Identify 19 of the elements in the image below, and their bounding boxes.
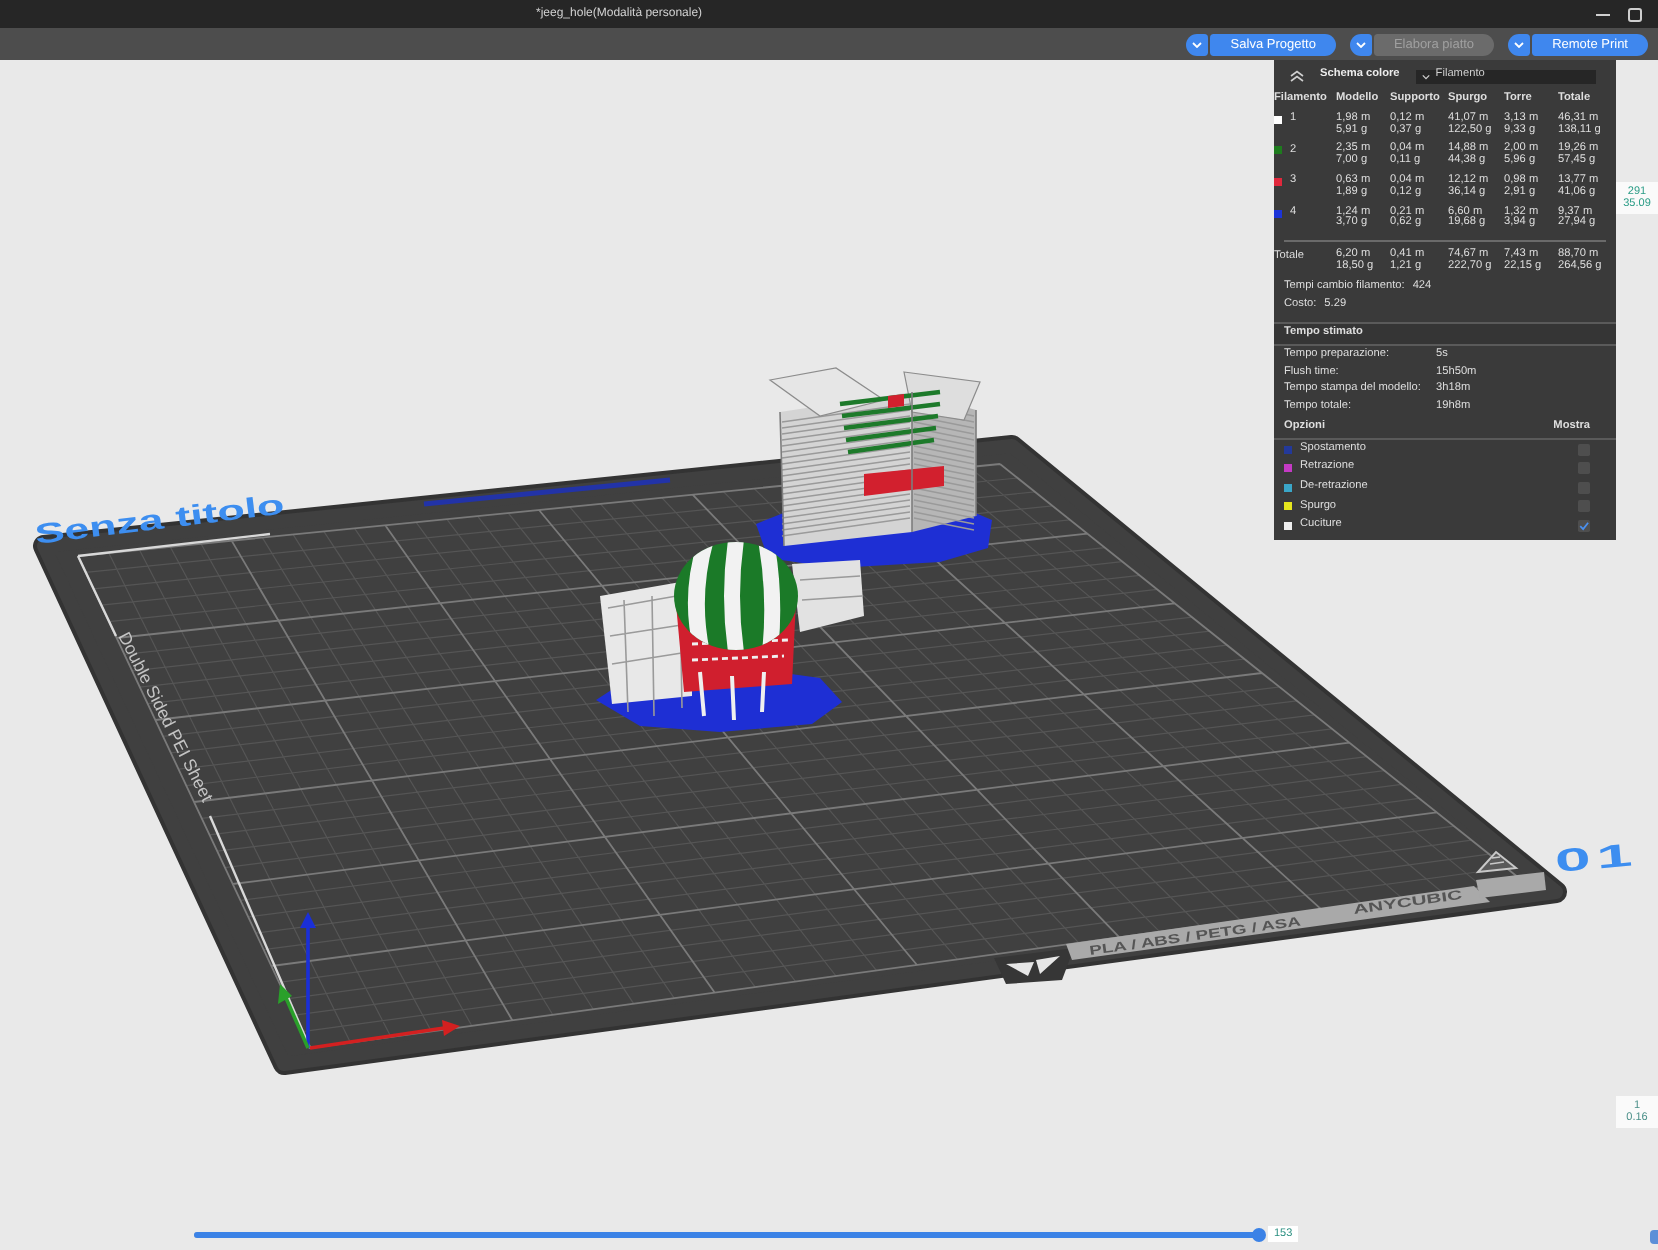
- plate-number-text: 01: [1553, 837, 1640, 880]
- plate-name-text: Senza titolo: [32, 488, 286, 550]
- y-axis-arrow: [278, 984, 310, 1049]
- maximize-icon[interactable]: [1628, 7, 1642, 21]
- checkbox[interactable]: [1578, 443, 1590, 456]
- dropdown-toggle-button[interactable]: [1349, 33, 1372, 55]
- checkbox[interactable]: [1578, 520, 1590, 532]
- slider-handle[interactable]: [1251, 1228, 1265, 1242]
- z-axis-arrow: [300, 912, 316, 1048]
- collapse-icon[interactable]: [1290, 70, 1304, 82]
- caret-icon: [1355, 41, 1366, 47]
- caret-icon: [1421, 73, 1430, 79]
- dropdown-toggle-button[interactable]: [1186, 33, 1209, 55]
- caret-icon: [1192, 41, 1203, 47]
- dropdown-toggle-button[interactable]: [1508, 33, 1531, 55]
- slider-handle[interactable]: [1650, 1230, 1658, 1244]
- triangle-logo-icon: [1475, 850, 1519, 874]
- caret-icon: [1514, 41, 1525, 47]
- plate-notch: [994, 948, 1074, 984]
